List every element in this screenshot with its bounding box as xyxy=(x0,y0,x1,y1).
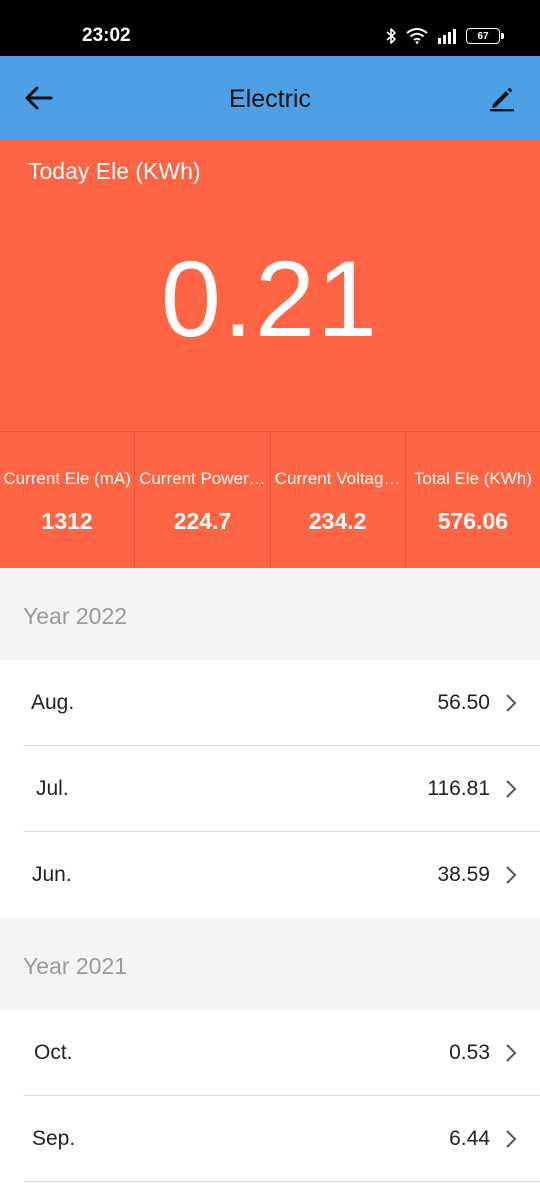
month-row-oct[interactable]: Oct. 0.53 xyxy=(0,1010,540,1096)
year-label: Year 2021 xyxy=(23,953,128,979)
stat-value: 234.2 xyxy=(308,508,367,534)
today-panel: Today Ele (KWh) 0.21 xyxy=(0,139,540,431)
stats-row: Current Ele (mA) 1312 Current Power… 224… xyxy=(0,431,540,568)
chevron-right-icon xyxy=(506,866,517,884)
stat-label: Current Power… xyxy=(139,469,266,488)
page-title: Electric xyxy=(229,85,311,113)
month-row-sep[interactable]: Sep. 6.44 xyxy=(0,1096,540,1182)
year-header-2021: Year 2021 xyxy=(0,918,540,1010)
month-value: 116.81 xyxy=(427,777,490,800)
today-label: Today Ele (KWh) xyxy=(28,158,201,184)
chevron-right-icon xyxy=(506,780,517,798)
month-name: Jun. xyxy=(32,863,72,886)
month-name: Oct. xyxy=(34,1041,73,1064)
month-value: 6.44 xyxy=(449,1127,490,1150)
wifi-icon xyxy=(406,28,428,44)
month-name: Aug. xyxy=(31,691,75,714)
stat-current-voltage: Current Voltag… 234.2 xyxy=(271,432,406,568)
stat-value: 1312 xyxy=(41,508,93,534)
bluetooth-icon xyxy=(386,28,396,44)
stat-value: 224.7 xyxy=(173,508,232,534)
stat-current-power: Current Power… 224.7 xyxy=(135,432,271,568)
stat-current-ele: Current Ele (mA) 1312 xyxy=(0,432,136,568)
chevron-right-icon xyxy=(506,1130,517,1148)
battery-icon: 67 xyxy=(466,28,504,44)
status-icons: 67 xyxy=(385,26,504,46)
stat-value: 576.06 xyxy=(437,508,509,534)
stat-total-ele: Total Ele (KWh) 576.06 xyxy=(406,432,540,568)
pencil-icon xyxy=(490,87,514,112)
divider xyxy=(23,1181,540,1182)
year-label: Year 2022 xyxy=(23,603,128,629)
year-header-2022: Year 2022 xyxy=(0,568,540,660)
today-value: 0.21 xyxy=(160,238,380,359)
month-name: Sep. xyxy=(32,1127,76,1150)
edit-button[interactable] xyxy=(482,78,522,118)
month-row-jul[interactable]: Jul. 116.81 xyxy=(0,746,540,832)
chevron-right-icon xyxy=(506,694,517,712)
chevron-right-icon xyxy=(506,1044,517,1062)
signal-icon xyxy=(438,29,456,44)
month-name: Jul. xyxy=(36,777,69,800)
month-row-jun[interactable]: Jun. 38.59 xyxy=(0,832,540,918)
month-value: 0.53 xyxy=(449,1041,490,1064)
month-row-aug[interactable]: Aug. 56.50 xyxy=(0,660,540,746)
stat-label: Current Voltag… xyxy=(274,469,401,488)
month-value: 38.59 xyxy=(437,863,490,886)
app-bar: Electric xyxy=(0,56,540,139)
month-value: 56.50 xyxy=(437,691,490,714)
status-time: 23:02 xyxy=(82,25,131,46)
status-bar: 23:02 67 xyxy=(0,0,540,56)
stat-label: Total Ele (KWh) xyxy=(413,469,532,488)
stat-label: Current Ele (mA) xyxy=(3,469,131,488)
